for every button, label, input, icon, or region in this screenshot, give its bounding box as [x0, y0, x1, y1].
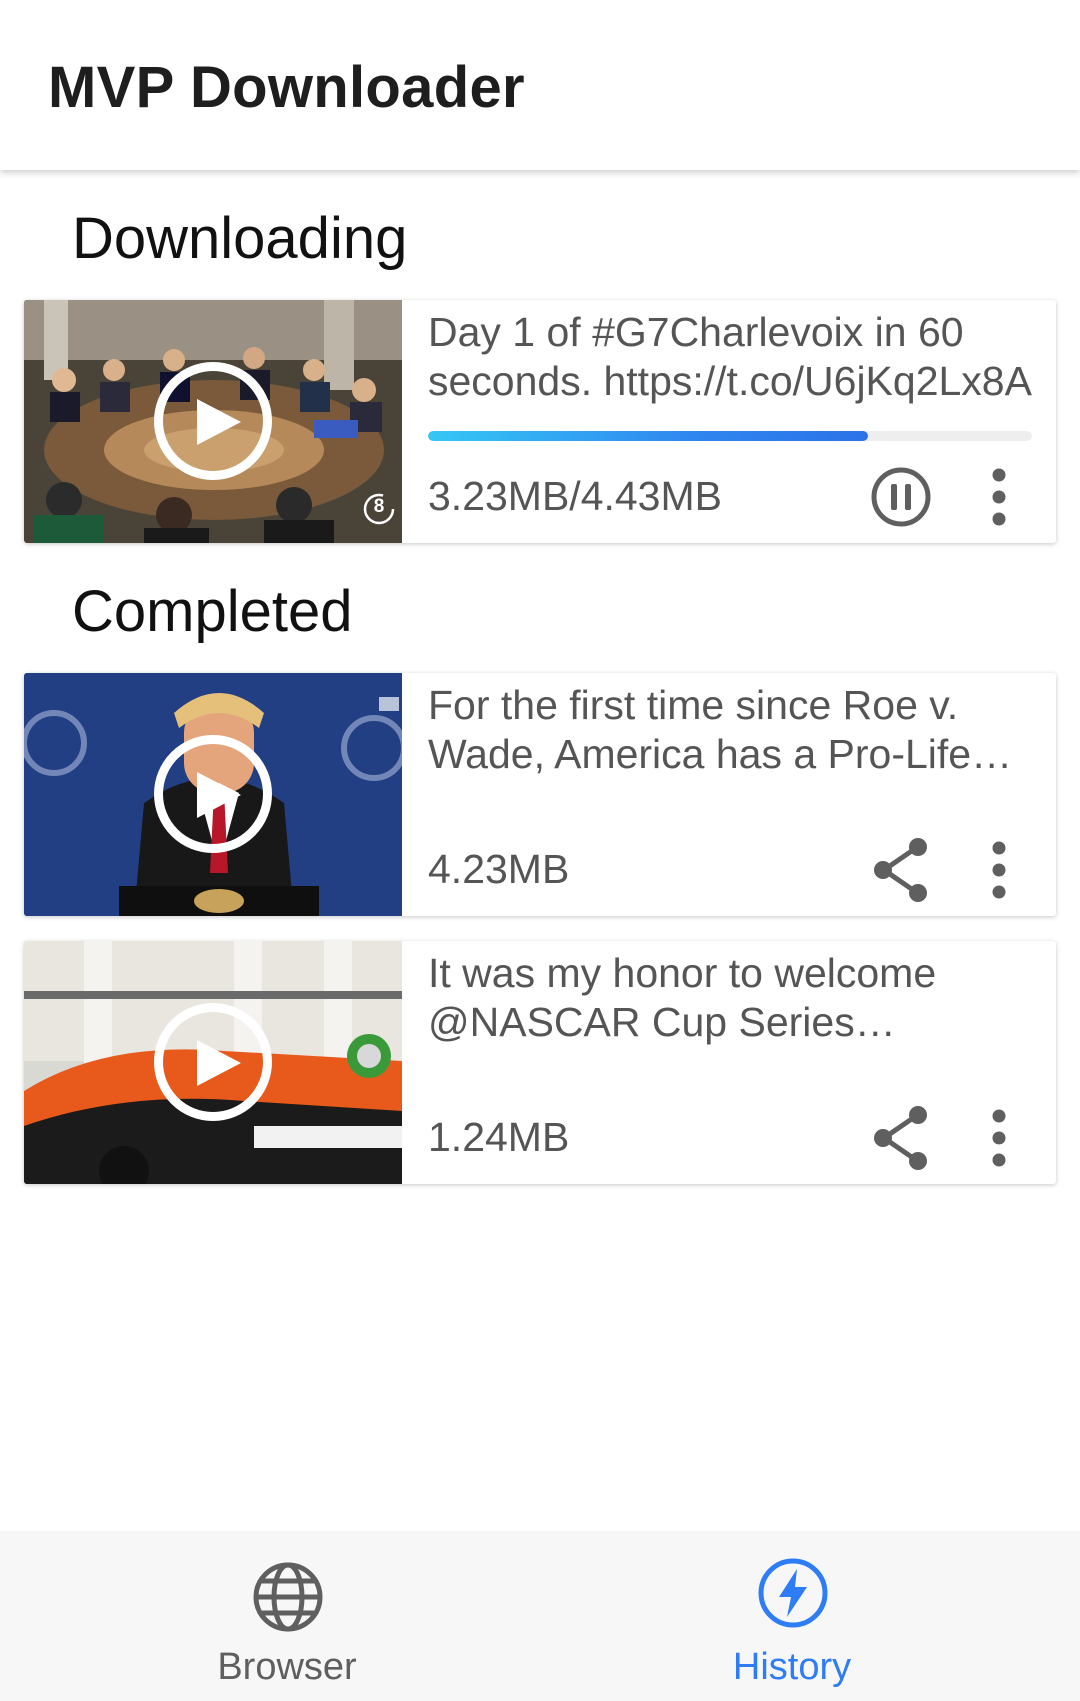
more-vert-icon: [992, 1109, 1006, 1167]
video-title: For the first time since Roe v. Wade, Am…: [428, 682, 972, 777]
share-button[interactable]: [866, 1103, 936, 1173]
download-size: 3.23MB/4.43MB: [428, 473, 722, 519]
video-thumbnail[interactable]: [24, 673, 402, 916]
bottom-navigation: Browser History: [0, 1531, 1080, 1701]
download-more-button[interactable]: [974, 462, 1024, 532]
completed-more-button[interactable]: [974, 1103, 1024, 1173]
play-button[interactable]: [154, 362, 272, 480]
download-progress-bar: [428, 431, 1032, 441]
timer-badge: 8: [362, 492, 396, 526]
nav-label-browser: Browser: [217, 1646, 357, 1688]
file-size: 4.23MB: [428, 846, 570, 892]
more-vert-icon: [992, 841, 1006, 899]
download-card[interactable]: 8 Day 1 of #G7Charlevoix in 60 seconds. …: [24, 300, 1056, 543]
nav-item-browser[interactable]: Browser: [137, 1531, 437, 1701]
download-progress-fill: [428, 431, 869, 441]
video-title: Day 1 of #G7Charlevoix in 60 seconds. ht…: [428, 309, 1032, 404]
file-size: 1.24MB: [428, 1114, 570, 1160]
globe-icon: [253, 1562, 323, 1632]
app-title: MVP Downloader: [48, 55, 525, 120]
section-title-downloading: Downloading: [72, 206, 408, 271]
play-icon: [197, 1040, 241, 1086]
bolt-icon: [758, 1558, 828, 1628]
video-thumbnail[interactable]: [24, 941, 402, 1184]
timer-badge-number: 8: [373, 496, 385, 517]
nav-label-history: History: [732, 1646, 852, 1688]
more-vert-icon: [992, 468, 1006, 526]
completed-more-button[interactable]: [974, 835, 1024, 905]
play-button[interactable]: [154, 1003, 272, 1121]
play-icon: [197, 772, 241, 818]
completed-card[interactable]: For the first time since Roe v. Wade, Am…: [24, 673, 1056, 916]
share-icon: [874, 1106, 927, 1170]
completed-card[interactable]: It was my honor to welcome @NASCAR Cup S…: [24, 941, 1056, 1184]
pause-button[interactable]: [866, 462, 936, 532]
video-title: It was my honor to welcome @NASCAR Cup S…: [428, 950, 937, 1045]
section-title-completed: Completed: [72, 579, 353, 644]
share-button[interactable]: [866, 835, 936, 905]
nav-item-history[interactable]: History: [642, 1531, 942, 1701]
share-icon: [874, 838, 927, 902]
play-button[interactable]: [154, 735, 272, 853]
pause-circle-icon: [871, 467, 931, 527]
video-thumbnail[interactable]: 8: [24, 300, 402, 543]
play-icon: [197, 399, 241, 445]
app-bar: MVP Downloader: [0, 0, 1080, 170]
